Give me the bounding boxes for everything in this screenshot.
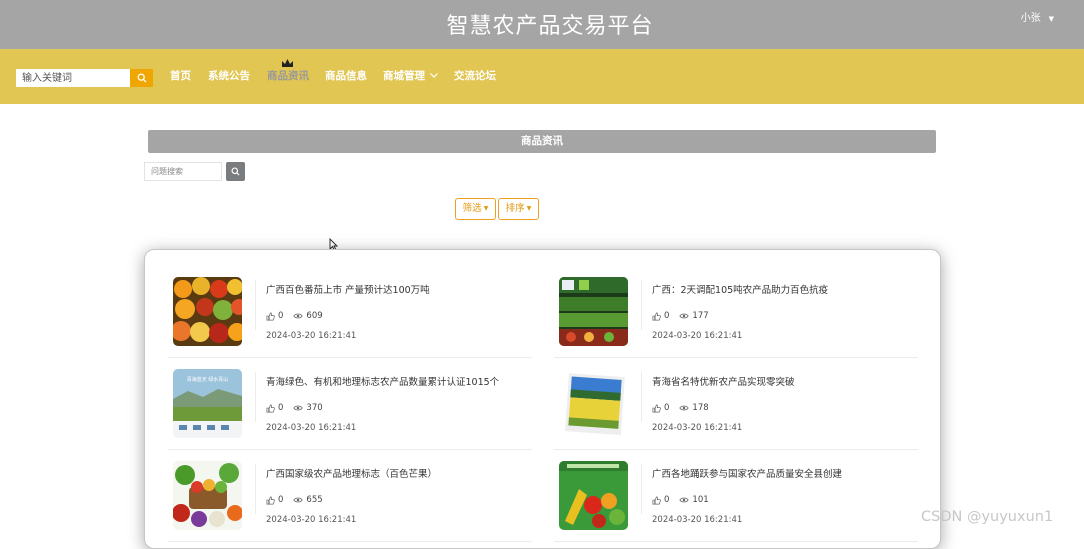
news-thumbnail: 青海蓝天 绿水青山 [173, 369, 242, 438]
news-card[interactable]: 广西：2天调配105吨农产品助力百色抗疫 0 177 2024-03-20 16… [554, 272, 918, 358]
divider [641, 280, 642, 330]
search-icon [137, 73, 146, 83]
search-button[interactable] [130, 69, 153, 87]
view-count: 655 [306, 495, 323, 505]
eye-icon [679, 405, 690, 411]
eye-icon [293, 405, 304, 411]
divider [641, 464, 642, 514]
news-card[interactable]: 广西国家级农产品地理标志（百色芒果） 0 655 2024-03-20 16:2… [168, 456, 532, 542]
news-title: 广西百色番茄上市 产量预计达100万吨 [266, 285, 430, 296]
like-count: 0 [278, 311, 284, 321]
news-thumbnail [559, 369, 628, 438]
nav-item-announcements[interactable]: 系统公告 [208, 68, 250, 83]
site-title: 智慧农产品交易平台 [446, 14, 654, 39]
news-title: 广西国家级农产品地理标志（百色芒果） [266, 469, 438, 480]
news-list-panel: 广西百色番茄上市 产量预计达100万吨 0 609 2024-03-20 16:… [144, 249, 941, 549]
thumbs-up-icon [266, 496, 275, 504]
view-count: 609 [306, 311, 323, 321]
nav-item-home[interactable]: 首页 [170, 68, 191, 83]
filter-dropdown-button[interactable]: 筛选 ▼ [455, 198, 496, 220]
thumbs-up-icon [266, 312, 275, 320]
sort-dropdown-button[interactable]: 排序 ▼ [498, 198, 539, 220]
thumbs-up-icon [652, 404, 661, 412]
view-count: 177 [692, 311, 709, 321]
view-count: 101 [692, 495, 709, 505]
user-name: 小张 [1020, 13, 1041, 24]
news-stats: 0 177 [652, 311, 709, 321]
news-thumbnail [173, 461, 242, 530]
crown-icon [282, 59, 293, 67]
news-stats: 0 178 [652, 403, 709, 413]
news-title: 广西：2天调配105吨农产品助力百色抗疫 [652, 285, 829, 296]
section-title-bar: 商品资讯 [148, 130, 936, 153]
news-card[interactable]: 广西百色番茄上市 产量预计达100万吨 0 609 2024-03-20 16:… [168, 272, 532, 358]
divider [255, 464, 256, 514]
sort-label: 排序 [505, 203, 525, 214]
like-count: 0 [664, 495, 670, 505]
thumbs-up-icon [652, 312, 661, 320]
user-menu[interactable]: 小张 ▼ [1021, 9, 1054, 24]
top-header: 智慧农产品交易平台 小张 ▼ [0, 0, 1084, 49]
news-stats: 0 370 [266, 403, 323, 413]
news-stats: 0 655 [266, 495, 323, 505]
nav-bar: 首页 系统公告 商品资讯 商品信息 商城管理 交流论坛 [0, 49, 1084, 104]
news-date: 2024-03-20 16:21:41 [652, 331, 743, 341]
title-search-button[interactable] [226, 162, 245, 181]
news-title: 广西各地踊跃参与国家农产品质量安全县创建 [652, 469, 843, 480]
filter-label: 筛选 [462, 203, 482, 214]
news-card[interactable]: 青海蓝天 绿水青山 青海绿色、有机和地理标志农产品数量累计认证1015个 0 3… [168, 364, 532, 450]
title-search-input[interactable] [144, 162, 222, 181]
like-count: 0 [278, 403, 284, 413]
eye-icon [293, 497, 304, 503]
thumbs-up-icon [652, 496, 661, 504]
news-card[interactable]: 广西各地踊跃参与国家农产品质量安全县创建 0 101 2024-03-20 16… [554, 456, 918, 542]
news-thumbnail [559, 277, 628, 346]
nav-item-mall-management-label: 商城管理 [383, 70, 425, 82]
chevron-down-icon: ▼ [483, 205, 489, 212]
news-thumbnail [173, 277, 242, 346]
news-title: 青海省名特优新农产品实现零突破 [652, 377, 795, 388]
news-date: 2024-03-20 16:21:41 [266, 515, 357, 525]
chevron-down-icon: ▼ [526, 205, 532, 212]
news-date: 2024-03-20 16:21:41 [266, 423, 357, 433]
divider [255, 372, 256, 422]
view-count: 178 [692, 403, 709, 413]
divider [255, 280, 256, 330]
nav-item-forum[interactable]: 交流论坛 [454, 68, 496, 83]
news-date: 2024-03-20 16:21:41 [652, 423, 743, 433]
eye-icon [679, 313, 690, 319]
view-count: 370 [306, 403, 323, 413]
nav-item-mall-management[interactable]: 商城管理 [383, 68, 438, 83]
news-stats: 0 609 [266, 311, 323, 321]
divider [641, 372, 642, 422]
like-count: 0 [664, 311, 670, 321]
chevron-down-icon [430, 73, 438, 78]
news-thumbnail [559, 461, 628, 530]
like-count: 0 [664, 403, 670, 413]
eye-icon [293, 313, 304, 319]
chevron-down-icon: ▼ [1048, 15, 1054, 23]
like-count: 0 [278, 495, 284, 505]
nav-item-product-news[interactable]: 商品资讯 [267, 68, 309, 83]
thumbnail-banner-text: 青海蓝天 绿水青山 [187, 376, 229, 383]
news-title: 青海绿色、有机和地理标志农产品数量累计认证1015个 [266, 377, 500, 388]
eye-icon [679, 497, 690, 503]
thumbs-up-icon [266, 404, 275, 412]
news-date: 2024-03-20 16:21:41 [652, 515, 743, 525]
news-stats: 0 101 [652, 495, 709, 505]
nav-item-product-info[interactable]: 商品信息 [325, 68, 367, 83]
news-card[interactable]: 青海省名特优新农产品实现零突破 0 178 2024-03-20 16:21:4… [554, 364, 918, 450]
watermark: CSDN @yuyuxun1 [921, 509, 1054, 525]
news-date: 2024-03-20 16:21:41 [266, 331, 357, 341]
search-icon [231, 167, 240, 176]
keyword-search-input[interactable] [16, 69, 130, 87]
